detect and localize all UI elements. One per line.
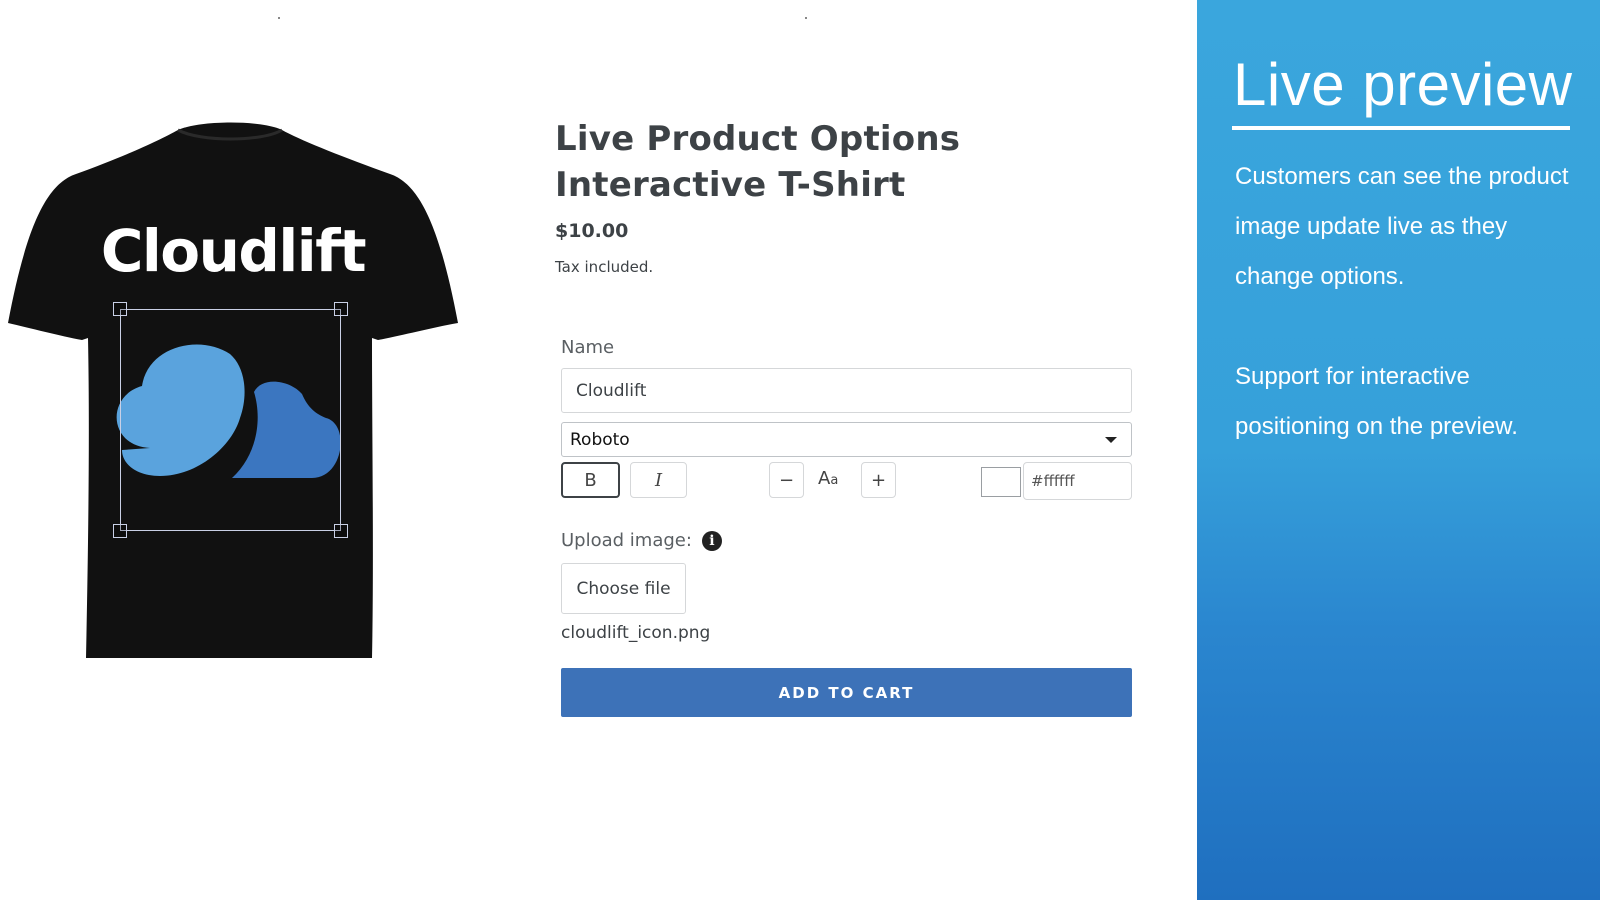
product-title-line-2: Interactive T-Shirt xyxy=(555,165,906,205)
bold-button[interactable]: B xyxy=(561,462,620,498)
text-size-icon: Aa xyxy=(818,468,839,489)
resize-handle-top-left[interactable] xyxy=(113,302,127,316)
upload-image-label-text: Upload image: xyxy=(561,530,692,551)
product-preview: Cloudlift xyxy=(0,118,470,678)
promo-title-underline xyxy=(1232,126,1570,130)
product-title: Live Product Options Interactive T-Shirt xyxy=(555,116,1155,208)
shirt-text-overlay[interactable]: Cloudlift xyxy=(80,222,386,280)
font-select-value: Roboto xyxy=(570,429,630,450)
resize-handle-top-right[interactable] xyxy=(334,302,348,316)
name-label: Name xyxy=(561,337,615,358)
position-selection-box[interactable] xyxy=(113,302,348,538)
resize-handle-bottom-right[interactable] xyxy=(334,524,348,538)
promo-title: Live preview xyxy=(1233,51,1573,118)
font-select[interactable]: Roboto xyxy=(561,422,1132,457)
decrease-size-button[interactable]: − xyxy=(769,462,804,498)
product-price: $10.00 xyxy=(555,220,629,242)
upload-image-label: Upload image: i xyxy=(561,530,722,551)
promo-text-live-update: Customers can see the product image upda… xyxy=(1235,163,1569,290)
decorative-dot xyxy=(278,17,280,19)
add-to-cart-button[interactable]: ADD TO CART xyxy=(561,668,1132,717)
tax-note: Tax included. xyxy=(555,258,654,276)
info-icon[interactable]: i xyxy=(701,530,722,551)
color-swatch[interactable] xyxy=(981,467,1021,497)
italic-button[interactable]: I xyxy=(630,462,687,498)
increase-size-button[interactable]: + xyxy=(861,462,896,498)
name-input[interactable] xyxy=(561,368,1132,413)
choose-file-button[interactable]: Choose file xyxy=(561,563,686,614)
promo-text-positioning: Support for interactive positioning on t… xyxy=(1235,363,1518,440)
color-hex-input[interactable] xyxy=(1023,462,1132,500)
uploaded-file-name: cloudlift_icon.png xyxy=(561,623,711,643)
promo-panel: Live preview Customers can see the produ… xyxy=(1197,0,1600,900)
decorative-dot xyxy=(805,17,807,19)
resize-handle-bottom-left[interactable] xyxy=(113,524,127,538)
product-title-line-1: Live Product Options xyxy=(555,119,961,159)
chevron-down-icon xyxy=(1105,436,1117,443)
